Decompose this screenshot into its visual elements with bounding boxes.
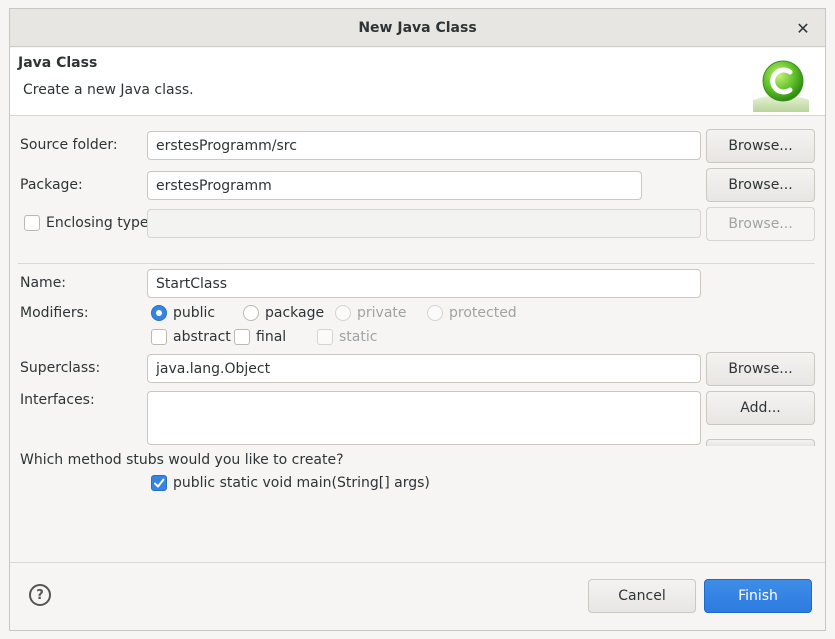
enclosing-type-checkbox[interactable]: Enclosing type: (24, 215, 153, 231)
radio-dot (335, 305, 351, 321)
modifier-final-checkbox[interactable]: final (234, 329, 286, 345)
interfaces-list[interactable] (147, 391, 701, 445)
class-name-field[interactable] (147, 269, 701, 298)
checkbox-box (317, 329, 333, 345)
superclass-browse-button[interactable]: Browse... (706, 352, 815, 386)
interfaces-add-button[interactable]: Add... (706, 391, 815, 425)
source-folder-browse-button[interactable]: Browse... (706, 129, 815, 163)
modifier-private-radio[interactable]: private (335, 305, 407, 321)
java-class-c-icon (753, 60, 809, 112)
main-method-stub-checkbox[interactable]: public static void main(String[] args) (151, 475, 430, 491)
modifier-static-checkbox[interactable]: static (317, 329, 377, 345)
source-folder-field[interactable] (147, 131, 701, 160)
package-label: Package: (20, 177, 83, 193)
modifier-public-radio[interactable]: public (151, 305, 215, 321)
enclosing-type-label: Enclosing type: (46, 215, 154, 231)
interfaces-remove-button[interactable] (706, 439, 815, 446)
checkbox-label: final (256, 329, 287, 345)
package-browse-button[interactable]: Browse... (706, 168, 815, 202)
name-label: Name: (20, 275, 67, 291)
radio-label: public (173, 305, 216, 321)
checkbox-label: static (339, 329, 378, 345)
help-icon[interactable]: ? (29, 584, 51, 606)
wizard-banner: Java Class Create a new Java class. (10, 48, 825, 116)
radio-dot (243, 305, 259, 321)
enclosing-type-field[interactable] (147, 209, 701, 238)
modifier-protected-radio[interactable]: protected (427, 305, 517, 321)
cancel-button[interactable]: Cancel (588, 579, 696, 613)
enclosing-type-browse-button[interactable]: Browse... (706, 207, 815, 241)
modifier-package-radio[interactable]: package (243, 305, 324, 321)
radio-label: protected (449, 305, 517, 321)
title-bar: New Java Class ✕ (10, 9, 825, 47)
radio-dot (151, 305, 167, 321)
superclass-label: Superclass: (20, 360, 101, 376)
checkbox-label: public static void main(String[] args) (173, 475, 430, 491)
method-stubs-question: Which method stubs would you like to cre… (20, 452, 344, 468)
checkbox-label: abstract (173, 329, 231, 345)
package-field[interactable] (147, 171, 642, 200)
banner-heading: Java Class (18, 55, 98, 71)
source-folder-label: Source folder: (20, 137, 118, 153)
radio-label: private (357, 305, 407, 321)
separator (18, 263, 815, 264)
check-icon (151, 475, 167, 491)
modifiers-label: Modifiers: (20, 305, 89, 321)
checkbox-box (234, 329, 250, 345)
finish-button[interactable]: Finish (704, 579, 812, 613)
radio-label: package (265, 305, 325, 321)
checkbox-box (151, 329, 167, 345)
interfaces-label: Interfaces: (20, 392, 95, 408)
modifier-abstract-checkbox[interactable]: abstract (151, 329, 231, 345)
checkbox-box (24, 215, 40, 231)
dialog-title: New Java Class (358, 19, 477, 36)
superclass-field[interactable] (147, 354, 701, 383)
close-icon[interactable]: ✕ (793, 18, 813, 38)
footer-separator (10, 562, 825, 563)
banner-description: Create a new Java class. (23, 82, 194, 98)
radio-dot (427, 305, 443, 321)
new-java-class-dialog: New Java Class ✕ Java Class Create a new… (9, 8, 826, 631)
